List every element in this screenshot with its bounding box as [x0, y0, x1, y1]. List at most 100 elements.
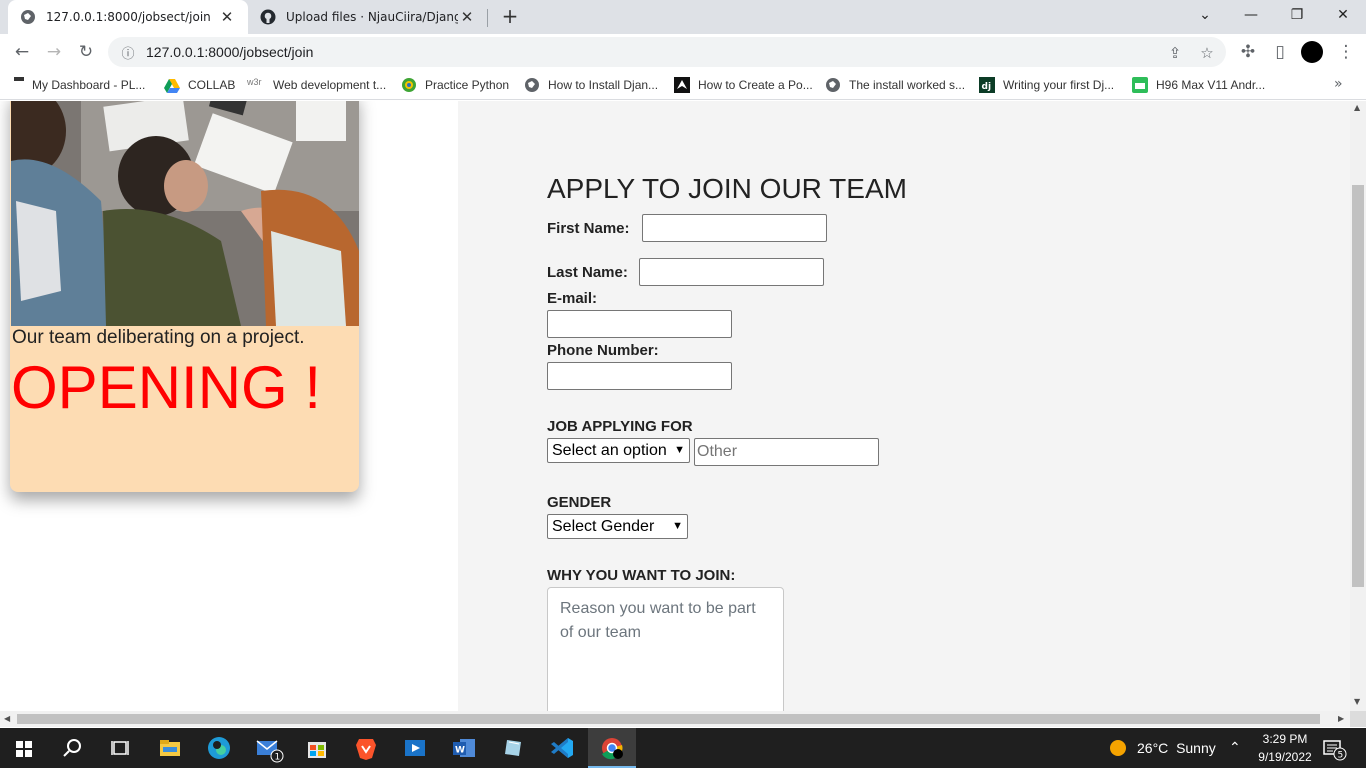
job-label: JOB APPLYING FOR: [547, 418, 693, 435]
minimize-button[interactable]: —: [1228, 0, 1274, 30]
windows-start-icon[interactable]: [8, 732, 40, 764]
bookmark-item[interactable]: COLLAB: [164, 76, 235, 94]
why-placeholder: Reason you want to be part of our team: [560, 600, 756, 641]
django-icon: dj: [979, 77, 995, 93]
weather-widget[interactable]: 26°C Sunny: [1137, 740, 1216, 756]
bookmark-star-icon[interactable]: ☆: [1196, 42, 1218, 64]
close-tab-icon[interactable]: ✕: [218, 8, 236, 26]
side-panel-icon[interactable]: ▯: [1268, 40, 1292, 64]
file-explorer-icon[interactable]: [154, 732, 186, 764]
email-label: E-mail:: [547, 290, 598, 307]
scroll-left-icon[interactable]: ◀: [4, 714, 10, 723]
google-drive-icon: [164, 79, 180, 93]
tab-divider: [487, 9, 488, 27]
restore-button[interactable]: ❐: [1274, 0, 1320, 30]
first-name-label: First Name:: [547, 220, 630, 237]
last-name-field[interactable]: [639, 258, 824, 286]
notes-icon[interactable]: [497, 732, 529, 764]
windows-taskbar: 1 W 26°C Sunny ⌃ 3:29 PM 9/19/2022 5: [0, 728, 1366, 768]
menu-icon[interactable]: ⋮: [1334, 40, 1358, 64]
weather-temp: 26°C: [1137, 740, 1169, 756]
reload-icon[interactable]: ↻: [74, 40, 98, 64]
hidden-icons-chevron-icon[interactable]: ⌃: [1229, 739, 1241, 756]
bookmark-item[interactable]: How to Create a Po...: [674, 76, 813, 94]
application-panel: APPLY TO JOIN OUR TEAM First Name: Last …: [458, 101, 1350, 711]
bookmark-item[interactable]: dj Writing your first Dj...: [979, 76, 1114, 94]
bookmark-item[interactable]: How to Install Djan...: [524, 76, 658, 94]
horizontal-scrollbar[interactable]: ◀ ▶: [0, 711, 1350, 727]
opening-headline: OPENING !: [11, 354, 322, 421]
chevron-down-icon: ▼: [672, 520, 683, 532]
video-player-icon[interactable]: [399, 732, 431, 764]
globe-icon: [525, 78, 539, 92]
notification-count: 5: [1338, 751, 1344, 761]
profile-avatar[interactable]: [1301, 41, 1323, 63]
task-view-icon[interactable]: [104, 732, 136, 764]
chevron-down-icon: ▼: [674, 444, 685, 456]
svg-text:dj: dj: [982, 82, 992, 92]
close-tab-icon[interactable]: ✕: [458, 8, 476, 26]
gender-label: GENDER: [547, 494, 612, 511]
back-icon[interactable]: ←: [10, 40, 34, 64]
other-job-placeholder: Other: [697, 443, 738, 460]
edge-icon[interactable]: [203, 732, 235, 764]
globe-icon: [826, 78, 840, 92]
bookmark-item[interactable]: My Dashboard - PL...: [14, 76, 145, 94]
chrome-icon[interactable]: [596, 732, 628, 764]
word-icon[interactable]: W: [448, 732, 480, 764]
tab-jobsect-join[interactable]: 127.0.0.1:8000/jobsect/join ✕: [8, 0, 248, 34]
notification-center-icon[interactable]: 5: [1323, 739, 1347, 761]
brave-icon[interactable]: [350, 732, 382, 764]
last-name-label: Last Name:: [547, 264, 628, 281]
bookmark-item[interactable]: w3r Web development t...: [247, 76, 386, 94]
site-info-icon[interactable]: ⓘ: [120, 43, 136, 62]
gender-select[interactable]: Select Gender ▼: [547, 514, 688, 539]
more-bookmarks-icon[interactable]: »: [1334, 76, 1343, 92]
svg-text:W: W: [455, 746, 465, 756]
tab-strip: 127.0.0.1:8000/jobsect/join ✕ Upload fil…: [0, 0, 1366, 34]
bookmark-item[interactable]: H96 Max V11 Andr...: [1132, 76, 1265, 94]
scrollbar-corner: [1350, 711, 1366, 727]
new-tab-button[interactable]: +: [498, 4, 522, 30]
job-select[interactable]: Select an option ▼: [547, 438, 690, 463]
why-textarea[interactable]: Reason you want to be part of our team: [547, 587, 784, 711]
page-viewport: Our team deliberating on a project. OPEN…: [0, 101, 1350, 711]
store-icon[interactable]: [301, 732, 333, 764]
mail-icon[interactable]: 1: [252, 732, 284, 764]
bookmark-item[interactable]: Practice Python: [401, 76, 509, 94]
close-window-button[interactable]: ✕: [1320, 0, 1366, 30]
scroll-right-icon[interactable]: ▶: [1338, 714, 1344, 723]
phone-label: Phone Number:: [547, 342, 659, 359]
other-job-input[interactable]: Other: [694, 438, 879, 466]
share-icon[interactable]: ⇪: [1164, 42, 1186, 64]
card-caption: Our team deliberating on a project.: [12, 327, 305, 348]
vertical-scrollbar[interactable]: ▲ ▼: [1350, 101, 1366, 711]
tab-upload-files[interactable]: Upload files · NjauCiira/Django_C ✕: [248, 0, 488, 34]
why-label: WHY YOU WANT TO JOIN:: [547, 567, 736, 584]
bookmark-item[interactable]: The install worked s...: [825, 76, 965, 94]
first-name-field[interactable]: [642, 214, 827, 242]
phone-field[interactable]: [547, 362, 732, 390]
search-icon[interactable]: [56, 732, 88, 764]
practice-python-icon: [402, 78, 416, 92]
horizontal-scroll-thumb[interactable]: [17, 714, 1320, 724]
email-field[interactable]: [547, 310, 732, 338]
extensions-icon[interactable]: ✣: [1236, 40, 1260, 64]
clock-date[interactable]: 9/19/2022: [1254, 750, 1316, 764]
tab-search-icon[interactable]: ⌄: [1182, 0, 1228, 30]
team-card: Our team deliberating on a project. OPEN…: [10, 101, 359, 492]
form-title: APPLY TO JOIN OUR TEAM: [547, 173, 907, 204]
vscode-icon[interactable]: [546, 732, 578, 764]
team-photo: [11, 101, 359, 326]
store-icon: [1132, 77, 1148, 93]
address-bar[interactable]: ⓘ 127.0.0.1:8000/jobsect/join ⇪ ☆: [108, 37, 1226, 67]
url-text: 127.0.0.1:8000/jobsect/join: [146, 44, 314, 60]
team-meeting-image: [11, 101, 359, 326]
sun-icon[interactable]: [1108, 738, 1128, 758]
forward-icon[interactable]: →: [42, 40, 66, 64]
clock-time[interactable]: 3:29 PM: [1254, 732, 1316, 746]
scroll-down-icon[interactable]: ▼: [1354, 697, 1360, 706]
vertical-scroll-thumb[interactable]: [1352, 185, 1364, 587]
scroll-up-icon[interactable]: ▲: [1354, 103, 1360, 112]
globe-icon: [21, 10, 35, 24]
